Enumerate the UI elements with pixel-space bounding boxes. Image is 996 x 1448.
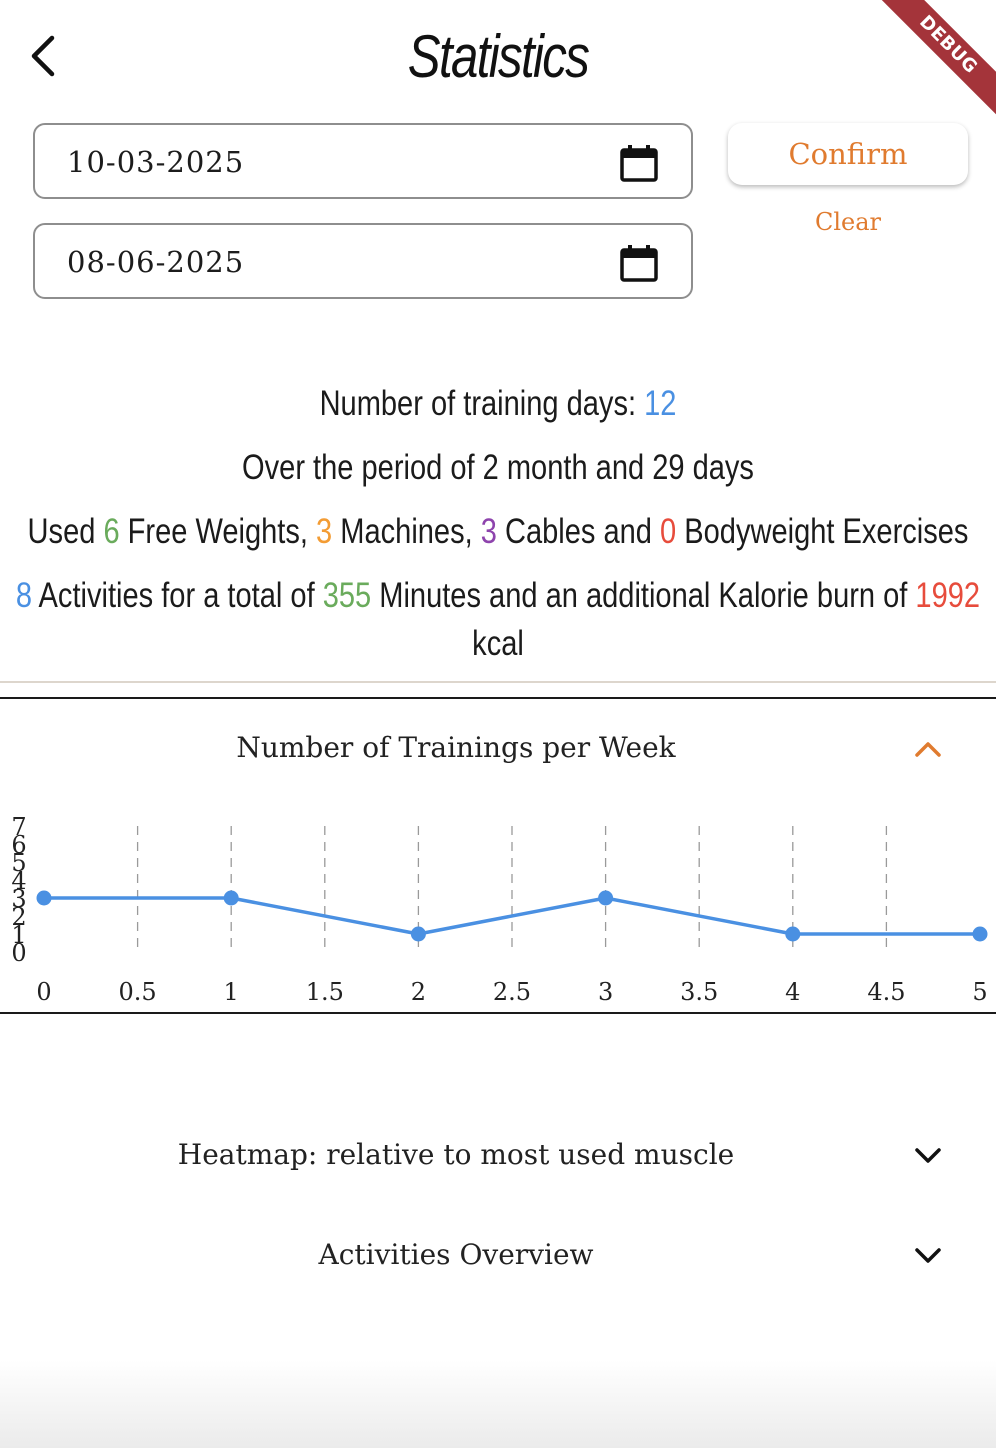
heatmap-header[interactable]: Heatmap: relative to most used muscle — [0, 1125, 996, 1185]
chevron-left-icon — [31, 35, 55, 77]
x-tick-label: 0.5 — [119, 978, 157, 1006]
data-point — [598, 890, 614, 906]
chevron-down-icon[interactable] — [910, 1141, 946, 1169]
period-line: Over the period of 2 month and 29 days — [242, 448, 754, 487]
section-title: Heatmap: relative to most used muscle — [177, 1138, 735, 1171]
equipment-line: Used 6 Free Weights, 3 Machines, 3 Cable… — [27, 512, 969, 551]
section-title: Number of Trainings per Week — [236, 731, 676, 764]
end-date-field[interactable]: 08-06-2025 — [33, 223, 693, 299]
section-border-top — [0, 697, 996, 699]
x-tick-label: 2 — [411, 978, 426, 1006]
free-weights-count: 6 — [103, 512, 120, 551]
activities-overview-header[interactable]: Activities Overview — [0, 1225, 996, 1285]
back-button[interactable] — [22, 28, 70, 84]
calendar-icon[interactable] — [619, 243, 659, 283]
data-point — [785, 926, 801, 942]
activities-line: 8 Activities for a total of 355 Minutes … — [15, 576, 981, 663]
end-date-value: 08-06-2025 — [67, 245, 245, 279]
trainings-per-week-header[interactable]: Number of Trainings per Week — [0, 718, 996, 778]
confirm-button[interactable]: Confirm — [728, 123, 968, 185]
x-tick-label: 0 — [36, 978, 51, 1006]
x-tick-label: 3 — [598, 978, 613, 1006]
cables-count: 3 — [480, 512, 497, 551]
data-point — [36, 890, 52, 906]
x-tick-label: 2.5 — [493, 978, 531, 1006]
x-tick-label: 1.5 — [306, 978, 344, 1006]
bodyweight-count: 0 — [660, 512, 677, 551]
start-date-field[interactable]: 10-03-2025 — [33, 123, 693, 199]
machines-count: 3 — [316, 512, 333, 551]
app-bar: Statistics DEBUG — [0, 0, 996, 127]
x-tick-label: 1 — [224, 978, 239, 1006]
x-tick-label: 4 — [785, 978, 800, 1006]
bottom-edge-shadow — [0, 1360, 996, 1448]
y-tick-label: 7 — [11, 813, 26, 841]
trainings-per-week-chart: 012345670 0.5 1 1.5 2 2.5 3 3.5 4 4.5 5 — [11, 813, 988, 1006]
section-border-bottom — [0, 1012, 996, 1014]
x-tick-label: 4.5 — [867, 978, 905, 1006]
calendar-icon[interactable] — [619, 143, 659, 183]
x-tick-label: 3.5 — [680, 978, 718, 1006]
chevron-down-icon[interactable] — [910, 1241, 946, 1269]
kcal-count: 1992 — [915, 576, 981, 615]
minutes-count: 355 — [322, 576, 372, 615]
chevron-up-icon[interactable] — [910, 734, 946, 762]
section-title: Activities Overview — [318, 1238, 594, 1271]
divider — [0, 681, 996, 683]
training-days-count: 12 — [644, 384, 677, 423]
data-point — [972, 926, 988, 942]
training-days-line: Number of training days: 12 — [319, 384, 677, 423]
start-date-value: 10-03-2025 — [67, 145, 245, 179]
clear-button[interactable]: Clear — [728, 208, 968, 236]
page-title: Statistics — [407, 23, 590, 90]
statistics-summary: Number of training days: 12 Over the per… — [0, 380, 996, 668]
data-point — [223, 890, 239, 906]
activities-count: 8 — [15, 576, 33, 615]
data-point — [410, 926, 426, 942]
x-tick-label: 5 — [972, 978, 987, 1006]
